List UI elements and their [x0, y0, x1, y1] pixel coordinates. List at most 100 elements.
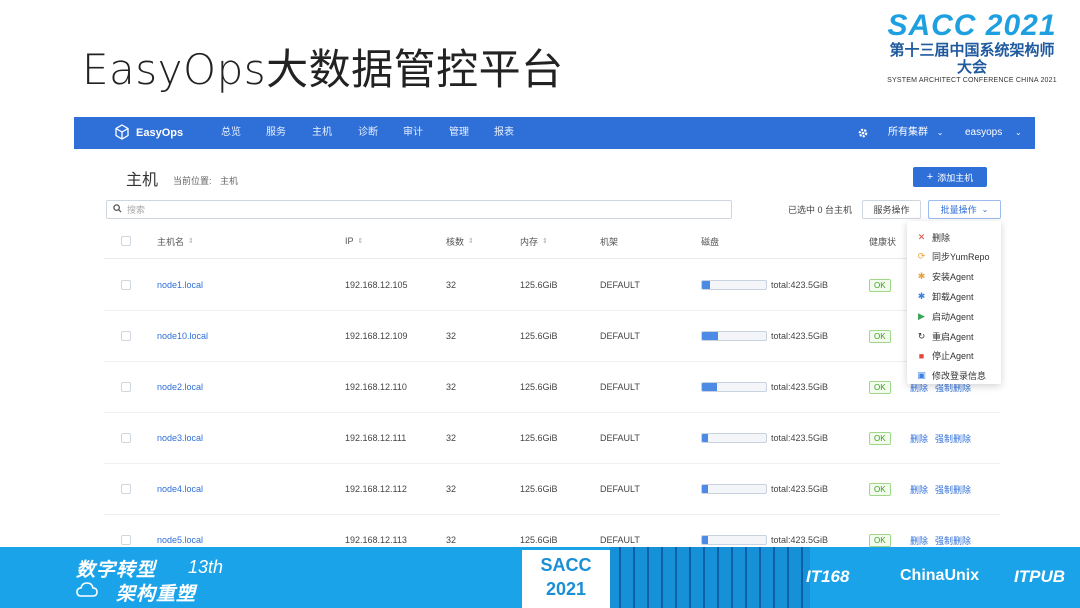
batch-menu-item[interactable]: ▶ 启动Agent — [907, 306, 1001, 326]
memory-cell: 125.6GiB — [520, 382, 558, 392]
breadcrumb-label: 当前位置: — [173, 176, 212, 186]
rack-cell: DEFAULT — [600, 433, 640, 443]
sync-icon: ⟳ — [917, 251, 926, 262]
table-row: node5.local 192.168.12.113 32 125.6GiB DEFAU… — [104, 515, 1000, 547]
rack-cell: DEFAULT — [600, 484, 640, 494]
batch-menu-label: 删除 — [932, 232, 951, 243]
chevron-down-icon: ⌄ — [981, 205, 989, 214]
col-disk: 磁盘 — [701, 236, 720, 247]
batch-menu-item[interactable]: ✱ 安装Agent — [907, 267, 1001, 287]
ip-cell: 192.168.12.105 — [345, 280, 408, 290]
stop-icon: ■ — [918, 350, 925, 361]
disk-cell: total:423.5GiB — [701, 362, 828, 412]
conference-footer-banner: 数字转型 架构重塑 13th SACC 2021 IT168 ChinaUnix… — [0, 547, 1080, 608]
rack-cell: DEFAULT — [600, 535, 640, 545]
row-checkbox[interactable] — [121, 280, 131, 290]
disk-usage-bar — [701, 484, 767, 494]
batch-menu-label: 同步YumRepo — [932, 252, 990, 263]
disk-cell: total:423.5GiB — [701, 413, 828, 463]
cores-cell: 32 — [446, 331, 457, 341]
nav-manage[interactable]: 管理 — [449, 117, 469, 149]
play-icon: ▶ — [918, 310, 925, 321]
nav-overview[interactable]: 总览 — [221, 117, 241, 149]
restart-icon: ↻ — [917, 330, 926, 341]
row-checkbox[interactable] — [121, 382, 131, 392]
row-checkbox[interactable] — [121, 535, 131, 545]
batch-ops-label: 批量操作 — [940, 205, 977, 215]
cloud-icon — [76, 582, 98, 603]
health-cell: OK — [869, 260, 891, 310]
cores-cell: 32 — [446, 433, 457, 443]
health-badge: OK — [869, 431, 891, 445]
sort-icon: ⇕ — [542, 238, 548, 245]
close-icon: ✕ — [917, 231, 926, 242]
nav-reports[interactable]: 报表 — [494, 117, 514, 149]
cores-cell: 32 — [446, 280, 457, 290]
cores-cell: 32 — [446, 382, 457, 392]
force-delete-link[interactable]: 强制删除 — [935, 483, 971, 496]
plus-icon: + — [926, 171, 934, 183]
service-ops-button[interactable]: 服务操作 — [862, 200, 921, 219]
sacc-logo-subtitle-cn: 第十三届中国系统架构师大会 — [889, 42, 1055, 76]
nav-services[interactable]: 服务 — [266, 117, 286, 149]
health-badge: OK — [869, 329, 891, 343]
health-badge: OK — [869, 533, 891, 547]
hostname-link[interactable]: node10.local — [157, 311, 208, 361]
batch-menu-item[interactable]: ✕ 删除 — [907, 227, 1001, 247]
hostname-link[interactable]: node1.local — [157, 260, 203, 310]
batch-menu-label: 启动Agent — [932, 311, 974, 322]
row-actions: 删除强制删除 — [910, 413, 978, 463]
col-ip[interactable]: IP ⇕ — [345, 224, 363, 258]
delete-link[interactable]: 删除 — [910, 483, 928, 496]
search-input[interactable]: 搜索 — [106, 200, 732, 219]
sponsor-itpub: ITPUB — [1014, 567, 1065, 586]
disk-cell: total:423.5GiB — [701, 515, 828, 547]
nav-audit[interactable]: 审计 — [403, 117, 423, 149]
disk-usage-bar — [701, 382, 767, 392]
force-delete-link[interactable]: 强制删除 — [935, 432, 971, 445]
add-host-button[interactable]: + 添加主机 — [913, 167, 987, 187]
gear-icon[interactable] — [857, 117, 869, 149]
health-cell: OK — [869, 515, 891, 547]
hostname-link[interactable]: node4.local — [157, 464, 203, 514]
row-checkbox[interactable] — [121, 331, 131, 341]
memory-cell: 125.6GiB — [520, 535, 558, 545]
health-badge: OK — [869, 380, 891, 394]
disk-usage-fill — [702, 434, 709, 442]
batch-menu-item[interactable]: ✱ 卸载Agent — [907, 286, 1001, 306]
ip-cell: 192.168.12.111 — [345, 433, 407, 443]
batch-ops-button[interactable]: 批量操作 ⌄ — [928, 200, 1001, 219]
delete-link[interactable]: 删除 — [910, 534, 928, 547]
select-all-checkbox[interactable] — [121, 236, 131, 246]
user-menu[interactable]: easyops ⌄ — [965, 117, 1022, 149]
chevron-down-icon: ⌄ — [936, 128, 944, 137]
brand-name: EasyOps — [136, 127, 184, 139]
batch-menu-item[interactable]: ■ 停止Agent — [907, 346, 1001, 366]
sort-icon: ⇕ — [188, 238, 194, 245]
sponsor-it168: IT168 — [806, 567, 850, 586]
footer-slogan-line2: 架构重塑 — [116, 584, 197, 605]
disk-usage-fill — [702, 332, 718, 340]
nav-hosts[interactable]: 主机 — [312, 117, 332, 149]
col-hostname[interactable]: 主机名 ⇕ — [157, 224, 194, 258]
col-memory[interactable]: 内存 ⇕ — [520, 224, 548, 258]
cores-cell: 32 — [446, 484, 457, 494]
delete-link[interactable]: 删除 — [910, 432, 928, 445]
batch-menu-item[interactable]: ▣ 修改登录信息 — [907, 366, 1001, 386]
col-health: 健康状 — [869, 236, 897, 247]
col-cores[interactable]: 核数 ⇕ — [446, 224, 474, 258]
sacc-logo-subtitle-en: SYSTEM ARCHITECT CONFERENCE CHINA 2021 — [887, 77, 1057, 84]
hostname-link[interactable]: node2.local — [157, 362, 203, 412]
disk-total: total:423.5GiB — [771, 484, 829, 494]
cluster-selector[interactable]: 所有集群 ⌄ — [888, 117, 943, 149]
row-checkbox[interactable] — [121, 484, 131, 494]
brand[interactable]: EasyOps — [114, 117, 183, 149]
force-delete-link[interactable]: 强制删除 — [935, 534, 971, 547]
hostname-link[interactable]: node3.local — [157, 413, 203, 463]
batch-menu-item[interactable]: ↻ 重启Agent — [907, 326, 1001, 346]
batch-menu-item[interactable]: ⟳ 同步YumRepo — [907, 247, 1001, 267]
hostname-link[interactable]: node5.local — [157, 515, 203, 547]
row-checkbox[interactable] — [121, 433, 131, 443]
memory-cell: 125.6GiB — [520, 433, 558, 443]
nav-diagnose[interactable]: 诊断 — [358, 117, 378, 149]
